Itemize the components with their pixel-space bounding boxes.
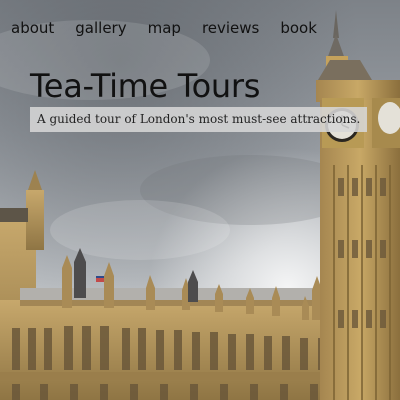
nav-link-reviews[interactable]: reviews [202,18,259,38]
hero-background-photo [0,0,400,400]
nav-link-gallery[interactable]: gallery [75,18,126,38]
hero-tagline: A guided tour of London's most must-see … [30,107,368,132]
nav-link-about[interactable]: about [11,18,54,38]
nav-link-book[interactable]: book [280,18,317,38]
page-title: Tea-Time Tours [30,67,261,105]
nav-link-map[interactable]: map [148,18,181,38]
top-navigation: about gallery map reviews book [11,18,338,38]
